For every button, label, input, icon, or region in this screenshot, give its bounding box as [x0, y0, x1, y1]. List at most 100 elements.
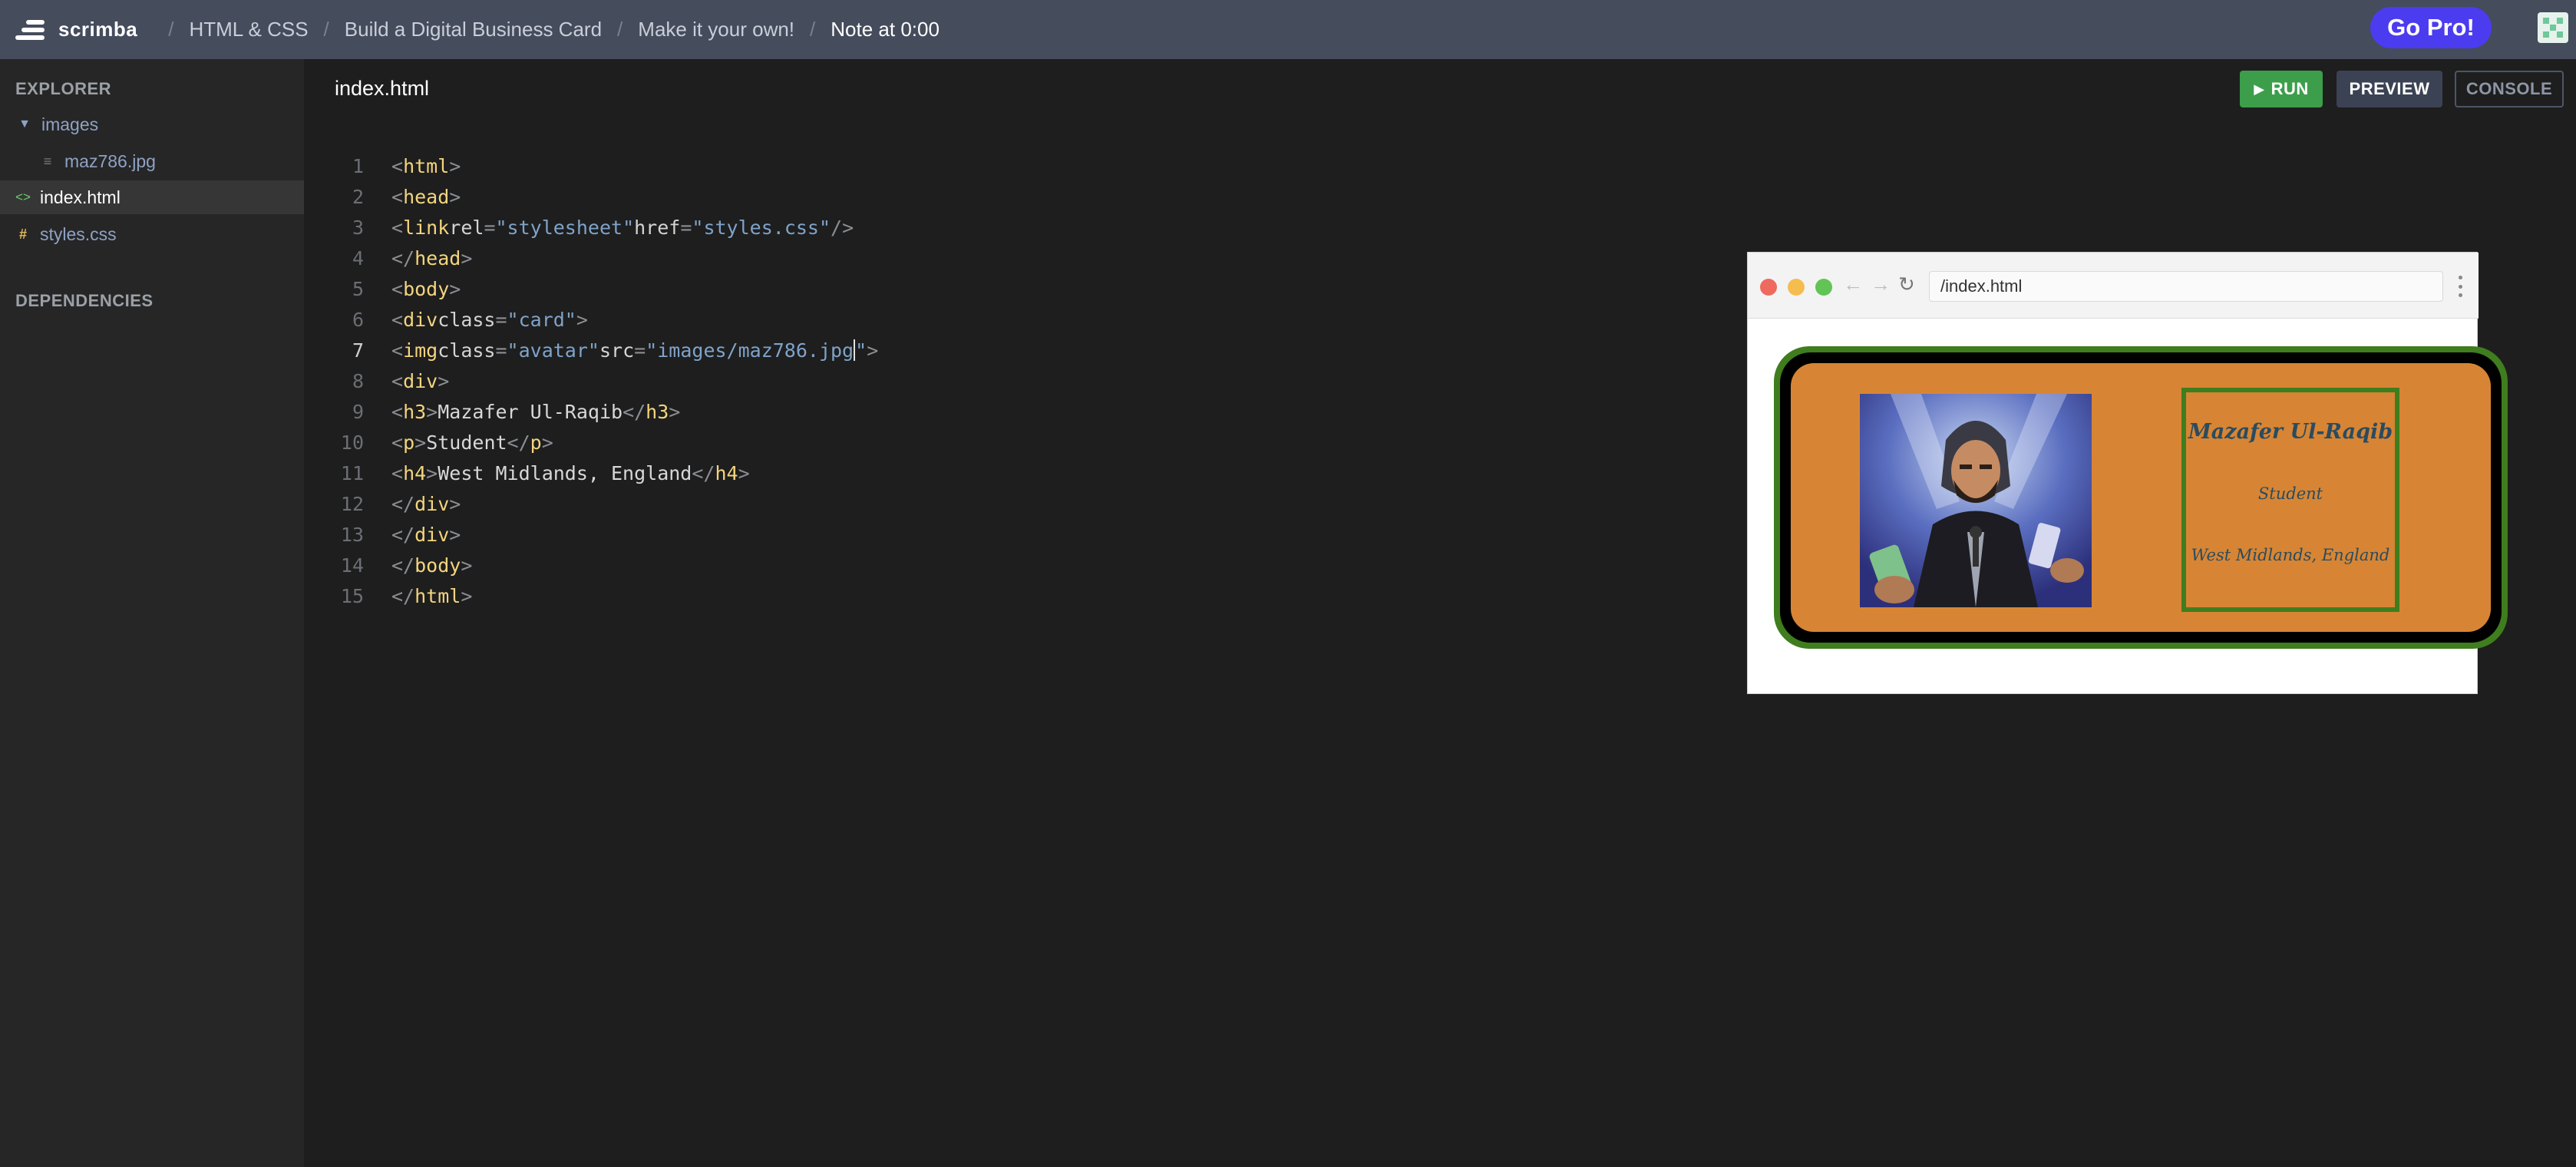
preview-button[interactable]: PREVIEW	[2337, 71, 2442, 107]
code-token: "	[855, 339, 867, 362]
code-token: h3	[403, 400, 427, 423]
breadcrumb-lesson[interactable]: Make it your own!	[638, 18, 794, 41]
line-number: 6	[352, 308, 364, 331]
code-line: 2 < head >	[322, 181, 878, 212]
code-token: head	[414, 246, 461, 269]
code-token: "avatar"	[507, 339, 599, 362]
play-icon: ▶	[2254, 81, 2265, 97]
code-token: html	[403, 154, 450, 177]
run-button[interactable]: ▶ RUN	[2240, 71, 2323, 107]
breadcrumb: / HTML & CSS / Build a Digital Business …	[153, 18, 940, 41]
file-maz786-jpg[interactable]: ≡ maz786.jpg	[0, 144, 304, 178]
forward-arrow-icon[interactable]: →	[1871, 273, 1891, 296]
console-button[interactable]: CONSOLE	[2455, 71, 2564, 107]
code-line: 1 < html >	[322, 150, 878, 181]
kebab-menu-icon[interactable]	[2457, 276, 2463, 297]
preview-window[interactable]: ← → ↻ /index.html Mazafer Ul-Raqib Stude…	[1747, 252, 2508, 694]
code-token: img	[403, 339, 438, 362]
minimize-dot-icon[interactable]	[1788, 279, 1805, 296]
line-number: 3	[352, 216, 364, 239]
avatar-image	[1860, 394, 2092, 607]
close-dot-icon[interactable]	[1760, 279, 1777, 296]
code-line: 15 </html >	[322, 580, 878, 611]
code-token: body	[414, 554, 461, 577]
line-number: 5	[352, 277, 364, 300]
code-line: 10 < p > Student </p >	[322, 427, 878, 458]
card-info-box: Mazafer Ul-Raqib Student West Midlands, …	[2181, 388, 2399, 612]
code-token: div	[414, 523, 450, 546]
back-arrow-icon[interactable]: ←	[1843, 273, 1863, 296]
code-token: link	[403, 216, 450, 239]
line-number: 4	[352, 246, 364, 269]
editor-filename: index.html	[335, 77, 430, 100]
line-number: 7	[352, 339, 364, 362]
breadcrumb-separator: /	[810, 18, 816, 41]
file-index-html[interactable]: <> index.html	[0, 180, 304, 214]
card-border: Mazafer Ul-Raqib Student West Midlands, …	[1780, 352, 2502, 643]
code-token: src	[599, 339, 635, 362]
breadcrumb-module[interactable]: Build a Digital Business Card	[345, 18, 602, 41]
folder-images[interactable]: ▼ images	[0, 107, 304, 141]
explorer-heading: EXPLORER	[15, 79, 112, 98]
line-number: 11	[340, 461, 364, 484]
line-number: 15	[340, 584, 364, 607]
code-line: 12 </div >	[322, 488, 878, 519]
code-token: "styles.css"	[692, 216, 831, 239]
preview-browser-bar: ← → ↻ /index.html	[1748, 253, 2479, 319]
breadcrumb-separator: /	[168, 18, 174, 41]
breadcrumb-separator: /	[617, 18, 623, 41]
code-token: body	[403, 277, 450, 300]
breadcrumb-course[interactable]: HTML & CSS	[189, 18, 308, 41]
code-token: rel	[449, 216, 484, 239]
hash-icon: #	[18, 226, 27, 242]
code-token: class	[438, 308, 496, 331]
code-token: href	[634, 216, 681, 239]
line-number: 1	[352, 154, 364, 177]
code-token: class	[438, 339, 496, 362]
scrimba-logo[interactable]: scrimba	[15, 17, 137, 43]
code-token: "images/maz786.jpg	[646, 339, 854, 362]
top-bar: scrimba / HTML & CSS / Build a Digital B…	[0, 0, 2576, 59]
code-line: 4 </head >	[322, 243, 878, 273]
brand-name: scrimba	[58, 18, 138, 41]
card-body: Mazafer Ul-Raqib Student West Midlands, …	[1791, 363, 2491, 632]
code-token: p	[530, 431, 542, 454]
line-number: 13	[340, 523, 364, 546]
code-token: h3	[646, 400, 669, 423]
business-card: Mazafer Ul-Raqib Student West Midlands, …	[1774, 346, 2508, 649]
file-label: styles.css	[40, 223, 117, 244]
code-line: 6 < div class = "card" >	[322, 304, 878, 335]
code-line: 13 </div >	[322, 519, 878, 550]
code-token: "card"	[507, 308, 576, 331]
code-token: p	[403, 431, 415, 454]
run-label: RUN	[2271, 79, 2309, 98]
card-role: Student	[2257, 484, 2323, 503]
caret-down-icon: ▼	[18, 117, 31, 131]
code-token: Student	[426, 431, 507, 454]
maximize-dot-icon[interactable]	[1815, 279, 1832, 296]
line-number: 9	[352, 400, 364, 423]
code-token: head	[403, 185, 450, 208]
user-avatar[interactable]	[2538, 12, 2568, 43]
dependencies-heading[interactable]: DEPENDENCIES	[15, 291, 154, 311]
code-line-active: 7 < img class = "avatar" src = "images/maz786…	[322, 335, 878, 365]
code-line: 14 </body >	[322, 550, 878, 580]
avatar-pattern-icon	[2543, 18, 2563, 38]
code-line: 8 < div >	[322, 365, 878, 396]
code-line: 3 < link rel = "stylesheet" href = "styles.cs…	[322, 212, 878, 243]
code-token: "stylesheet"	[495, 216, 635, 239]
preview-url-field[interactable]: /index.html	[1929, 271, 2443, 302]
avatar-illustration	[1860, 394, 2092, 607]
code-editor[interactable]: 1 < html > 2 < head > 3 < link rel = "stylesheet…	[322, 150, 878, 611]
code-token: div	[414, 492, 450, 515]
file-styles-css[interactable]: # styles.css	[0, 217, 304, 251]
code-line: 5 < body >	[322, 273, 878, 304]
code-token: Mazafer Ul-Raqib	[438, 400, 623, 423]
card-location: West Midlands, England	[2191, 546, 2390, 564]
file-explorer-sidebar: EXPLORER ▼ images ≡ maz786.jpg <> index.…	[0, 59, 304, 1167]
go-pro-button[interactable]: Go Pro!	[2370, 7, 2492, 48]
file-label: index.html	[40, 187, 121, 207]
code-icon: <>	[15, 190, 31, 204]
refresh-icon[interactable]: ↻	[1898, 273, 1915, 296]
code-token: html	[414, 584, 461, 607]
